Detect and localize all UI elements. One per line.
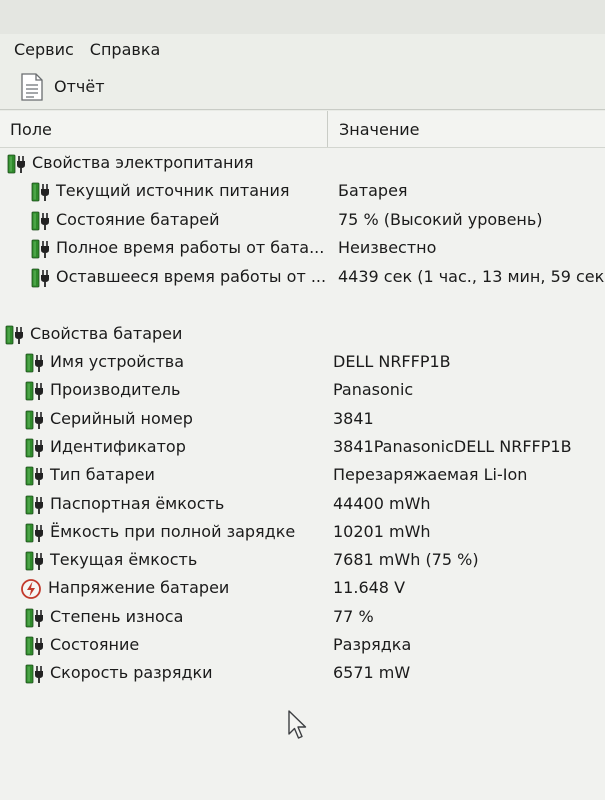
field-label: Имя устройства <box>50 352 185 371</box>
menu-service[interactable]: Сервис <box>14 40 74 59</box>
field-label: Текущий источник питания <box>56 181 290 200</box>
battery-plug-icon <box>24 607 46 629</box>
list-item[interactable]: Производитель Panasonic <box>0 376 605 404</box>
toolbar: Отчёт <box>0 64 605 110</box>
report-button[interactable]: Отчёт <box>20 72 105 101</box>
list-item[interactable]: Текущий источник питания Батарея <box>0 177 605 205</box>
field-label: Скорость разрядки <box>50 663 213 683</box>
field-value: 11.648 V <box>333 578 406 598</box>
list-item[interactable]: Серийный номер 3841 <box>0 405 605 433</box>
field-value: 44400 mWh <box>333 493 431 513</box>
field-label: Производитель <box>50 380 181 400</box>
list-item[interactable]: Паспортная ёмкость 44400 mWh <box>0 490 605 518</box>
properties-list[interactable]: Поле Значение Свойства электропитания Тек… <box>0 111 605 800</box>
field-value: Батарея <box>338 181 408 200</box>
list-item[interactable]: Текущая ёмкость 7681 mWh (75 %) <box>0 546 605 574</box>
field-label: Состояние <box>50 635 140 654</box>
battery-plug-icon <box>24 465 46 487</box>
field-value: 3841PanasonicDELL NRFFP1B <box>333 436 572 456</box>
list-item[interactable]: Имя устройства DELL NRFFP1B <box>0 348 605 376</box>
battery-plug-icon <box>24 352 46 374</box>
field-value: 4439 сек (1 час., 13 мин, 59 сек) <box>338 266 605 286</box>
field-label: Степень износа <box>50 606 184 626</box>
menu-help[interactable]: Справка <box>90 40 161 59</box>
field-value: 75 % (Высокий уровень) <box>338 209 543 229</box>
group-header[interactable]: Свойства батареи <box>0 320 605 348</box>
group-header[interactable]: Свойства электропитания <box>0 149 605 177</box>
battery-plug-icon <box>24 494 46 516</box>
document-icon <box>21 72 43 101</box>
menu-bar: Сервис Справка <box>0 34 605 64</box>
field-value: 77 % <box>333 606 374 626</box>
field-label: Состояние батарей <box>56 209 220 229</box>
field-label: Текущая ёмкость <box>50 550 198 570</box>
battery-plug-icon <box>30 210 52 232</box>
list-item[interactable]: Оставшееся время работы от ... 4439 сек (… <box>0 263 605 291</box>
list-item[interactable]: Тип батареи Перезаряжаемая Li-Ion <box>0 461 605 489</box>
column-header-value[interactable]: Значение <box>329 111 605 147</box>
field-label: Напряжение батареи <box>48 578 230 598</box>
field-label: Оставшееся время работы от ... <box>56 266 327 286</box>
battery-plug-icon <box>24 437 46 459</box>
field-label: Полное время работы от бата... <box>56 238 325 257</box>
field-label: Тип батареи <box>50 465 155 485</box>
field-value: Перезаряжаемая Li-Ion <box>333 465 528 485</box>
voltage-icon <box>20 578 42 600</box>
list-item[interactable]: Идентификатор 3841PanasonicDELL NRFFP1B <box>0 433 605 461</box>
field-label: Паспортная ёмкость <box>50 493 225 513</box>
field-label: Идентификатор <box>50 436 186 456</box>
battery-plug-icon <box>6 153 28 175</box>
group-title: Свойства батареи <box>30 324 183 343</box>
field-value: Panasonic <box>333 380 414 400</box>
battery-plug-icon <box>30 181 52 203</box>
group-title: Свойства электропитания <box>32 153 254 172</box>
list-header: Поле Значение <box>0 111 605 148</box>
battery-plug-icon <box>30 238 52 260</box>
field-value: 7681 mWh (75 %) <box>333 550 479 570</box>
field-label: Серийный номер <box>50 408 193 428</box>
battery-plug-icon <box>24 409 46 431</box>
field-value: 3841 <box>333 408 374 428</box>
mouse-cursor <box>288 710 308 744</box>
list-item[interactable]: Состояние батарей 75 % (Высокий уровень) <box>0 206 605 234</box>
field-value: 10201 mWh <box>333 521 431 541</box>
battery-plug-icon <box>24 380 46 402</box>
battery-plug-icon <box>24 522 46 544</box>
list-item[interactable]: Ёмкость при полной зарядке 10201 mWh <box>0 518 605 546</box>
battery-plug-icon <box>4 324 26 346</box>
list-item[interactable]: Степень износа 77 % <box>0 603 605 631</box>
battery-plug-icon <box>24 663 46 685</box>
field-value: 6571 mW <box>333 663 411 683</box>
battery-plug-icon <box>30 267 52 289</box>
field-value: Неизвестно <box>338 238 437 257</box>
battery-plug-icon <box>24 550 46 572</box>
field-value: DELL NRFFP1B <box>333 352 451 371</box>
list-item[interactable]: Состояние Разрядка <box>0 631 605 659</box>
report-label: Отчёт <box>54 77 105 96</box>
list-item[interactable]: Полное время работы от бата... Неизвестно <box>0 234 605 262</box>
list-item[interactable]: Скорость разрядки 6571 mW <box>0 659 605 687</box>
column-header-field[interactable]: Поле <box>0 111 328 147</box>
field-label: Ёмкость при полной зарядке <box>50 521 296 541</box>
field-value: Разрядка <box>333 635 412 654</box>
cursor-arrow-icon <box>288 710 307 739</box>
window-top-area <box>0 0 605 34</box>
battery-plug-icon <box>24 635 46 657</box>
list-item[interactable]: Напряжение батареи 11.648 V <box>0 574 605 602</box>
